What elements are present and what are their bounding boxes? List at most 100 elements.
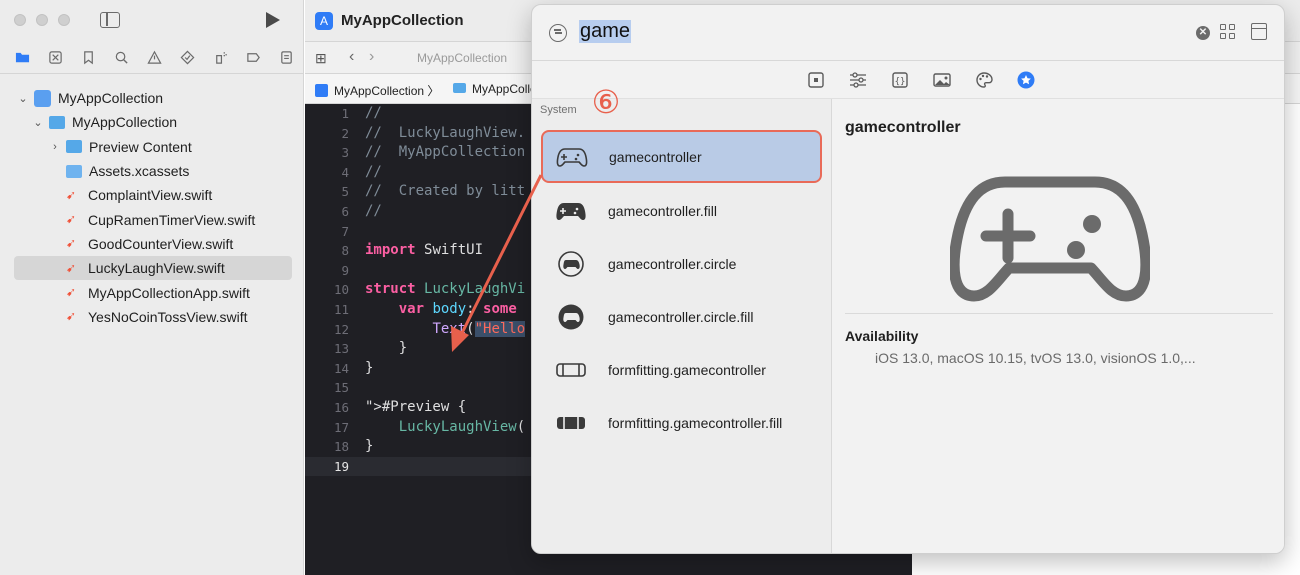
forward-arrow-icon[interactable]: ›: [369, 48, 374, 66]
code-text: }: [365, 340, 408, 357]
symbol-name: formfitting.gamecontroller: [608, 361, 766, 378]
toolbar-breadcrumb[interactable]: MyAppCollection: [417, 51, 507, 65]
code-text: LuckyLaughView(: [398, 418, 526, 435]
tree-row-file-selected[interactable]: ➹ LuckyLaughView.swift: [14, 256, 292, 281]
line-number: 9: [341, 262, 349, 278]
detail-title: gamecontroller: [845, 119, 961, 136]
line-number: 18: [333, 439, 349, 455]
symbol-name: gamecontroller: [609, 148, 702, 165]
line-number: 12: [333, 321, 349, 337]
debug-spray-icon[interactable]: [204, 46, 237, 70]
images-icon[interactable]: [928, 69, 956, 91]
library-tabs: {}: [532, 61, 1284, 99]
search-input[interactable]: game: [579, 20, 632, 43]
folder-icon: [453, 83, 466, 93]
jump-bar-project[interactable]: MyAppCollection 〉: [315, 82, 439, 99]
line-number: 13: [333, 341, 349, 357]
snippets-icon[interactable]: {}: [886, 69, 914, 91]
tree-row-assets[interactable]: Assets.xcassets: [0, 159, 304, 183]
code-text: }: [365, 359, 374, 376]
line-number: 17: [333, 419, 349, 435]
code-text: //: [365, 163, 382, 180]
swift-icon: ➹: [66, 309, 77, 324]
run-button[interactable]: [266, 12, 280, 28]
svg-text:{}: {}: [895, 77, 906, 87]
jump-bar-label: MyAppCollection: [334, 84, 425, 98]
zoom-window-button[interactable]: [58, 14, 70, 26]
availability-label: Availability: [845, 328, 919, 344]
grid-icon[interactable]: ⊞: [315, 50, 327, 67]
gamecontroller-circle-fill-icon: [554, 304, 588, 330]
symbol-row-selected[interactable]: gamecontroller: [541, 130, 822, 183]
folder-icon: [66, 140, 82, 154]
tree-row-label: MyAppCollectionApp.swift: [88, 284, 250, 301]
clear-search-icon[interactable]: ✕: [1196, 26, 1210, 40]
tree-row-project[interactable]: ⌄ MyAppCollection: [0, 86, 304, 110]
symbol-row[interactable]: gamecontroller.fill: [542, 184, 822, 237]
swift-icon: ➹: [66, 285, 77, 300]
line-number: 2: [341, 125, 349, 141]
symbol-row[interactable]: formfitting.gamecontroller: [542, 343, 822, 396]
chevron-down-icon[interactable]: ⌄: [16, 92, 30, 105]
swift-icon: ➹: [66, 260, 77, 275]
back-arrow-icon[interactable]: ‹: [349, 48, 354, 66]
symbol-name: gamecontroller.circle.fill: [608, 308, 754, 325]
assets-icon: [66, 164, 82, 178]
tree-row-label: YesNoCoinTossView.swift: [88, 308, 248, 325]
symbol-row[interactable]: formfitting.gamecontroller.fill: [542, 396, 822, 449]
close-window-button[interactable]: [14, 14, 26, 26]
symbols-icon[interactable]: [1012, 69, 1040, 91]
xcode-window: ⌄ MyAppCollection ⌄ MyAppCollection › Pr…: [0, 0, 1300, 575]
tree-row-file[interactable]: ➹ MyAppCollectionApp.swift: [0, 280, 304, 304]
minimize-window-button[interactable]: [36, 14, 48, 26]
code-text: ">#Preview {: [365, 398, 467, 415]
tree-row-label: Assets.xcassets: [89, 163, 190, 180]
warning-icon[interactable]: [138, 46, 171, 70]
chevron-right-icon[interactable]: ›: [48, 141, 62, 153]
code-text: }: [365, 438, 374, 455]
line-number: 8: [341, 243, 349, 259]
tree-row-label: MyAppCollection: [58, 90, 164, 107]
tree-row-label: Preview Content: [89, 138, 192, 155]
source-control-icon[interactable]: [39, 46, 72, 70]
detail-view-icon[interactable]: [1251, 23, 1267, 40]
filter-icon[interactable]: [549, 24, 567, 42]
gamecontroller-icon: [555, 144, 589, 170]
folder-icon[interactable]: [6, 46, 39, 70]
project-icon: [315, 84, 328, 97]
tree-row-file[interactable]: ➹ GoodCounterView.swift: [0, 232, 304, 256]
search-icon[interactable]: [105, 46, 138, 70]
tree-row-file[interactable]: ➹ YesNoCoinTossView.swift: [0, 305, 304, 329]
chevron-down-icon[interactable]: ⌄: [31, 116, 45, 129]
colors-icon[interactable]: [970, 69, 998, 91]
symbol-name: gamecontroller.circle: [608, 255, 737, 272]
bookmark-icon[interactable]: [72, 46, 105, 70]
grid-view-icon[interactable]: [1220, 24, 1236, 40]
formfitting-gamecontroller-fill-icon: [554, 410, 588, 436]
line-number: 15: [333, 380, 349, 396]
tree-row-label: CupRamenTimerView.swift: [88, 211, 256, 228]
report-icon[interactable]: [270, 46, 303, 70]
views-icon[interactable]: [802, 69, 830, 91]
modifiers-icon[interactable]: [844, 69, 872, 91]
test-diamond-icon[interactable]: [171, 46, 204, 70]
line-number: 11: [333, 301, 349, 317]
sidebar-toggle-icon[interactable]: [100, 12, 120, 28]
symbol-row[interactable]: gamecontroller.circle.fill: [542, 290, 822, 343]
line-number: 10: [333, 282, 349, 298]
section-header: System: [540, 104, 577, 116]
symbol-detail-pane: gamecontroller Availability iOS 13.0, ma…: [833, 99, 1284, 553]
tree-row-group[interactable]: ⌄ MyAppCollection: [0, 110, 304, 134]
line-number: 1: [341, 106, 349, 121]
breakpoint-icon[interactable]: [237, 46, 270, 70]
code-text: var body: some: [398, 300, 517, 317]
tree-row-file[interactable]: ➹ ComplaintView.swift: [0, 183, 304, 207]
tree-row-file[interactable]: ➹ CupRamenTimerView.swift: [0, 207, 304, 231]
gamecontroller-circle-icon: [554, 250, 588, 277]
project-icon: [34, 89, 51, 107]
gamecontroller-fill-icon: [554, 198, 588, 224]
tree-row-preview-content[interactable]: › Preview Content: [0, 135, 304, 159]
project-navigator: ⌄ MyAppCollection ⌄ MyAppCollection › Pr…: [0, 0, 304, 575]
library-popover: game ✕ {} System gamecontroller gamecont…: [531, 4, 1285, 554]
symbol-row[interactable]: gamecontroller.circle: [542, 237, 822, 290]
